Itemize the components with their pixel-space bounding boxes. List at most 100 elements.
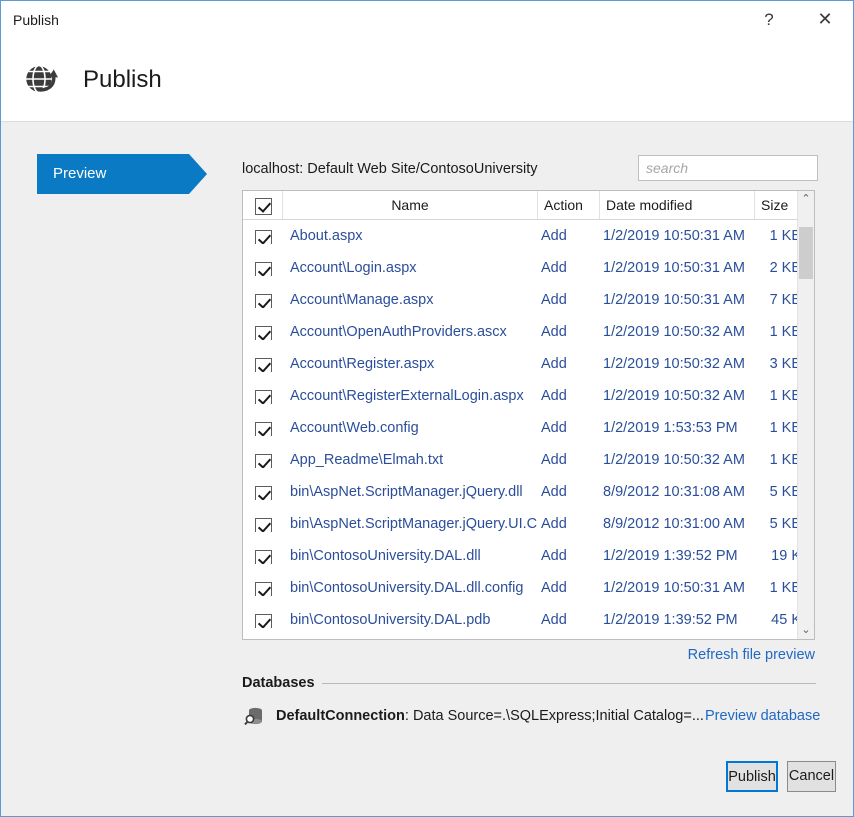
cell-file-name: Account\Register.aspx (290, 348, 540, 380)
cell-action: Add (541, 476, 597, 508)
cell-date-modified: 1/2/2019 10:50:31 AM (603, 572, 755, 604)
table-row[interactable]: Account\OpenAuthProviders.ascxAdd1/2/201… (243, 316, 814, 348)
table-row[interactable]: App_Readme\Elmah.txtAdd1/2/2019 10:50:32… (243, 444, 814, 476)
cell-action: Add (541, 380, 597, 412)
cell-file-name: Account\Web.config (290, 412, 540, 444)
close-button[interactable]: ✕ (802, 1, 848, 38)
cell-date-modified: 1/2/2019 10:50:32 AM (603, 348, 755, 380)
cell-date-modified: 1/2/2019 1:53:53 PM (603, 412, 755, 444)
row-checkbox[interactable] (255, 483, 272, 500)
row-checkbox[interactable] (255, 323, 272, 340)
cell-action: Add (541, 540, 597, 572)
checkbox-glyph (255, 294, 272, 308)
checkbox-glyph (255, 262, 272, 276)
table-row[interactable]: Account\Web.configAdd1/2/2019 1:53:53 PM… (243, 412, 814, 444)
checkbox-glyph (255, 230, 272, 244)
row-checkbox[interactable] (255, 259, 272, 276)
cell-file-name: About.aspx (290, 220, 540, 252)
search-input[interactable] (638, 155, 818, 181)
column-header-select-all[interactable] (243, 191, 283, 219)
cell-action: Add (541, 444, 597, 476)
checkbox-glyph (255, 422, 272, 436)
cell-file-name: Account\Login.aspx (290, 252, 540, 284)
checkbox-glyph (255, 198, 272, 215)
scroll-up-button[interactable]: ⌃ (798, 191, 814, 208)
help-button[interactable]: ? (746, 1, 792, 38)
table-row[interactable]: Account\Login.aspxAdd1/2/2019 10:50:31 A… (243, 252, 814, 284)
cell-file-name: bin\AspNet.ScriptManager.jQuery.dll (290, 476, 540, 508)
table-row[interactable]: bin\ContosoUniversity.DAL.dllAdd1/2/2019… (243, 540, 814, 572)
column-header-action[interactable]: Action (538, 191, 600, 219)
cell-date-modified: 1/2/2019 10:50:31 AM (603, 284, 755, 316)
cell-file-name: Account\OpenAuthProviders.ascx (290, 316, 540, 348)
cell-action: Add (541, 252, 597, 284)
row-checkbox[interactable] (255, 291, 272, 308)
table-row[interactable]: bin\AspNet.ScriptManager.jQuery.dllAdd8/… (243, 476, 814, 508)
refresh-file-preview-link[interactable]: Refresh file preview (242, 646, 815, 664)
scrollbar-thumb[interactable] (799, 227, 813, 279)
grid-header-row: Name Action Date modified Size (243, 191, 814, 220)
nav-list: Preview (37, 154, 207, 194)
cell-date-modified: 1/2/2019 10:50:32 AM (603, 316, 755, 348)
checkbox-glyph (255, 326, 272, 340)
row-checkbox[interactable] (255, 419, 272, 436)
checkbox-glyph (255, 582, 272, 596)
row-checkbox[interactable] (255, 547, 272, 564)
preview-database-link[interactable]: Preview database (705, 706, 820, 726)
cell-file-name: bin\ContosoUniversity.DAL.pdb (290, 604, 540, 636)
grid-scrollbar[interactable]: ⌃ ⌄ (797, 191, 814, 639)
cell-action: Add (541, 572, 597, 604)
title-bar: Publish ? ✕ (1, 1, 853, 40)
question-mark-icon: ? (746, 1, 792, 38)
checkbox-glyph (255, 550, 272, 564)
cell-file-name: bin\ContosoUniversity.DAL.dll.config (290, 572, 540, 604)
dialog-footer: Publish Cancel (1, 746, 853, 816)
column-header-date-modified[interactable]: Date modified (600, 191, 755, 219)
cancel-button[interactable]: Cancel (787, 761, 836, 792)
checkbox-glyph (255, 358, 272, 372)
globe-publish-icon (19, 56, 63, 100)
page-title: Publish (83, 65, 162, 95)
checkbox-glyph (255, 518, 272, 532)
dialog-header: Publish (1, 39, 853, 122)
column-header-size[interactable]: Size (755, 191, 799, 219)
databases-heading: Databases (242, 674, 315, 692)
checkbox-glyph (255, 454, 272, 468)
row-checkbox[interactable] (255, 515, 272, 532)
table-row[interactable]: Account\Register.aspxAdd1/2/2019 10:50:3… (243, 348, 814, 380)
publish-button[interactable]: Publish (726, 761, 778, 792)
section-divider (322, 683, 816, 684)
cell-date-modified: 1/2/2019 1:39:52 PM (603, 540, 755, 572)
table-row[interactable]: bin\AspNet.ScriptManager.jQuery.UI.CAdd8… (243, 508, 814, 540)
select-all-checkbox[interactable] (255, 196, 272, 219)
cell-file-name: bin\AspNet.ScriptManager.jQuery.UI.C (290, 508, 540, 540)
table-row[interactable]: About.aspxAdd1/2/2019 10:50:31 AM1 KB (243, 220, 814, 252)
file-preview-grid: Name Action Date modified Size About.asp… (242, 190, 815, 640)
row-checkbox[interactable] (255, 611, 272, 628)
checkbox-glyph (255, 390, 272, 404)
row-checkbox[interactable] (255, 387, 272, 404)
row-checkbox[interactable] (255, 355, 272, 372)
table-row[interactable]: bin\ContosoUniversity.DAL.pdbAdd1/2/2019… (243, 604, 814, 636)
row-checkbox[interactable] (255, 451, 272, 468)
cell-date-modified: 1/2/2019 10:50:31 AM (603, 220, 755, 252)
table-row[interactable]: Account\Manage.aspxAdd1/2/2019 10:50:31 … (243, 284, 814, 316)
cell-date-modified: 8/9/2012 10:31:08 AM (603, 476, 755, 508)
table-row[interactable]: Account\RegisterExternalLogin.aspxAdd1/2… (243, 380, 814, 412)
cell-file-name: bin\ContosoUniversity.DAL.dll (290, 540, 540, 572)
row-checkbox[interactable] (255, 227, 272, 244)
chevron-down-icon: ⌄ (798, 622, 814, 639)
cell-date-modified: 1/2/2019 10:50:32 AM (603, 444, 755, 476)
database-connection-string: : Data Source=.\SQLExpress;Initial Catal… (405, 708, 704, 724)
column-header-name[interactable]: Name (283, 191, 538, 219)
sidebar-item-preview[interactable]: Preview (37, 154, 189, 194)
scroll-down-button[interactable]: ⌄ (798, 622, 814, 639)
cell-action: Add (541, 604, 597, 636)
cell-file-name: Account\Manage.aspx (290, 284, 540, 316)
table-row[interactable]: bin\ContosoUniversity.DAL.dll.configAdd1… (243, 572, 814, 604)
row-checkbox[interactable] (255, 579, 272, 596)
cell-action: Add (541, 284, 597, 316)
close-icon: ✕ (802, 1, 848, 38)
cell-file-name: App_Readme\Elmah.txt (290, 444, 540, 476)
grid-rows: About.aspxAdd1/2/2019 10:50:31 AM1 KBAcc… (243, 220, 814, 639)
